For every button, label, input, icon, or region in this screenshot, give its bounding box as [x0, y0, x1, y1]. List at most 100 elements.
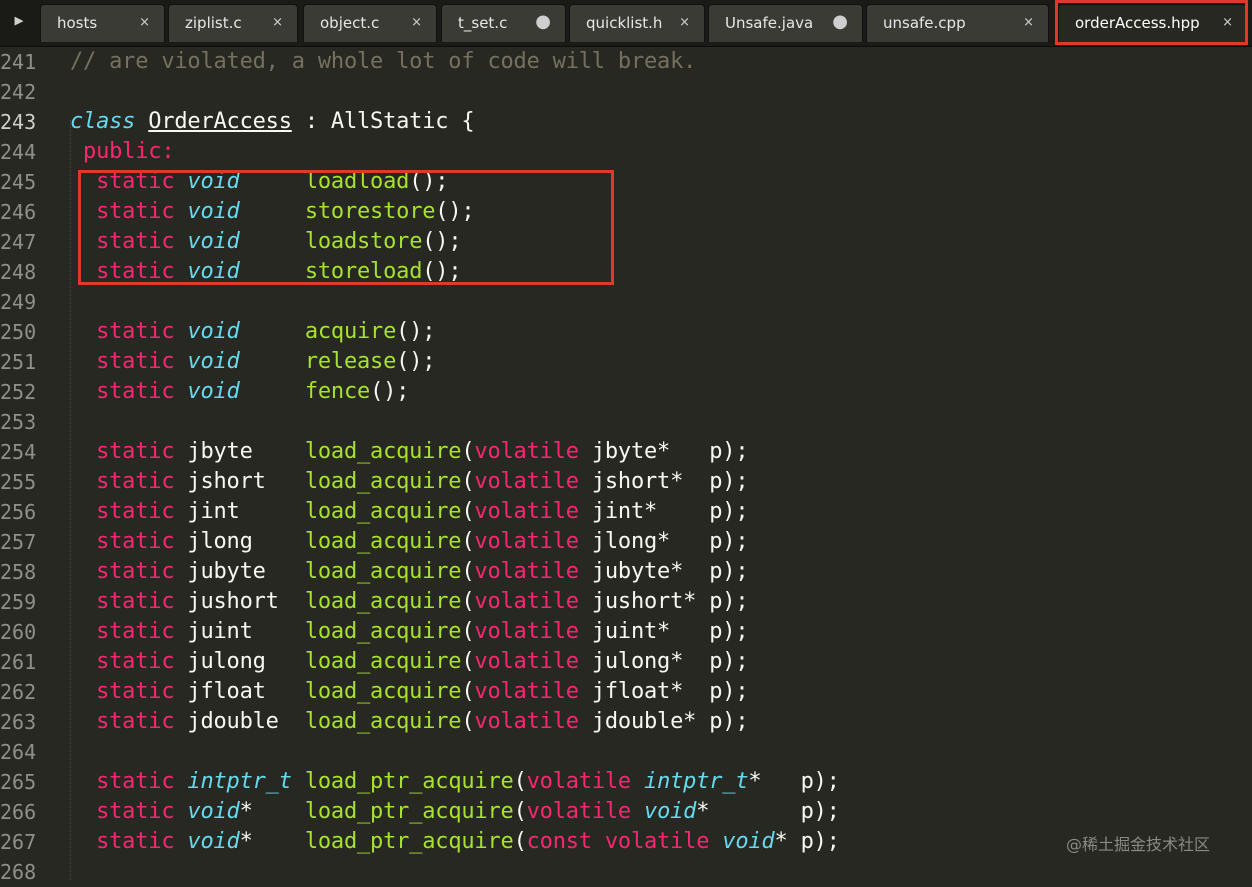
code-line: // are violated, a whole lot of code wil… [70, 47, 696, 77]
code-token-keyword: volatile [474, 529, 579, 554]
code-line: static void release(); [70, 347, 435, 377]
code-token-func: fence [304, 379, 371, 404]
code-token-keyword: public: [70, 139, 175, 164]
code-token-plain: ( [513, 769, 527, 794]
line-number: 250 [0, 320, 37, 344]
code-token-plain: * [239, 829, 305, 854]
code-line: static juint load_acquire(volatile juint… [70, 617, 748, 647]
code-token-keyword: volatile [526, 769, 632, 794]
code-line: public: [70, 137, 175, 167]
code-token-storage: void [187, 349, 240, 374]
code-line: static void acquire(); [70, 317, 435, 347]
code-token-plain: juint [187, 619, 305, 644]
code-line: static jdouble load_acquire(volatile jdo… [70, 707, 748, 737]
line-number: 256 [0, 500, 37, 524]
tab-title: hosts [57, 14, 98, 32]
tab-t-set-c[interactable]: t_set.c ● [441, 4, 566, 42]
code-token-storage: void [722, 829, 775, 854]
code-token-plain: jdouble* p); [578, 709, 749, 734]
code-token-storage: void [187, 799, 240, 824]
code-token-keyword: volatile [474, 679, 579, 704]
code-token-plain: jint [187, 499, 305, 524]
code-token-storage: void [187, 829, 240, 854]
close-icon[interactable]: × [679, 5, 690, 41]
tab-title: Unsafe.java [725, 14, 814, 32]
code-editor[interactable]: 241 242 243 244 245 246 247 248 249 250 251 252 253 2… [0, 46, 1252, 884]
code-token-keyword: volatile [474, 619, 579, 644]
code-token-plain: ( [513, 829, 527, 854]
tab-hosts[interactable]: hosts × [40, 4, 165, 42]
code-token-func: load_acquire [304, 679, 462, 704]
code-token-func: load_acquire [304, 439, 462, 464]
tab-unsafe-cpp[interactable]: unsafe.cpp × [866, 4, 1049, 42]
code-token-plain: ( [461, 619, 475, 644]
line-number: 264 [0, 740, 37, 764]
code-token-func: load_acquire [304, 709, 462, 734]
code-line: static void fence(); [70, 377, 409, 407]
code-token-keyword: static [70, 649, 188, 674]
tab-bar: ▶ hosts × ziplist.c × object.c × t_set.c ● quick… [0, 0, 1252, 47]
line-number: 266 [0, 800, 37, 824]
close-icon[interactable]: × [272, 5, 283, 41]
code-line: static jfloat load_acquire(volatile jflo… [70, 677, 748, 707]
tab-title: ziplist.c [185, 14, 242, 32]
line-number: 265 [0, 770, 37, 794]
play-icon[interactable]: ▶ [0, 0, 38, 40]
code-token-func: load_acquire [304, 469, 462, 494]
code-token-func: load_ptr_acquire [304, 829, 514, 854]
code-token-keyword: static [70, 379, 188, 404]
watermark: @稀土掘金技术社区 [1066, 835, 1211, 854]
barrier-methods-highlight-box [78, 170, 614, 285]
code-token-keyword: static [70, 679, 188, 704]
code-token-plain: * p); [748, 769, 840, 794]
code-token-func: load_ptr_acquire [304, 769, 514, 794]
code-token-plain: jshort [187, 469, 305, 494]
code-token-storage: void [187, 319, 240, 344]
close-icon[interactable]: × [1023, 5, 1034, 41]
code-token-keyword: static [70, 769, 188, 794]
unsaved-dot-icon[interactable]: ● [832, 4, 848, 40]
code-token-keyword: static [70, 829, 188, 854]
code-token-plain: jint* p); [578, 499, 749, 524]
line-number: 260 [0, 620, 37, 644]
code-token-func: load_acquire [304, 649, 462, 674]
tab-ziplist-c[interactable]: ziplist.c × [168, 4, 298, 42]
code-token-keyword: static [70, 529, 188, 554]
code-token-plain: (); [396, 349, 436, 374]
code-token-plain: julong* p); [578, 649, 749, 674]
code-line: static jshort load_acquire(volatile jsho… [70, 467, 748, 497]
code-token-keyword: volatile [474, 559, 579, 584]
tab-quicklist-h[interactable]: quicklist.h × [569, 4, 705, 42]
code-line: static jlong load_acquire(volatile jlong… [70, 527, 748, 557]
tab-title: unsafe.cpp [883, 14, 966, 32]
code-token-plain: jlong [187, 529, 305, 554]
code-token-plain: ( [461, 559, 475, 584]
code-token-keyword: static [70, 619, 188, 644]
tab-unsafe-java[interactable]: Unsafe.java ● [708, 4, 863, 42]
active-tab-highlight-box [1055, 0, 1248, 45]
code-token-plain: jdouble [187, 709, 305, 734]
code-token-plain: jbyte* p); [578, 439, 749, 464]
code-line: static void* load_ptr_acquire(volatile v… [70, 797, 840, 827]
code-token-plain: ( [461, 529, 475, 554]
code-token-class: OrderAccess [148, 109, 292, 134]
unsaved-dot-icon[interactable]: ● [535, 4, 551, 40]
line-number: 247 [0, 230, 37, 254]
line-number: 267 [0, 830, 37, 854]
code-line: static jint load_acquire(volatile jint* … [70, 497, 748, 527]
tab-title: t_set.c [458, 14, 508, 32]
code-token-keyword: static [70, 469, 188, 494]
code-token-plain: jlong* p); [578, 529, 749, 554]
line-number: 241 [0, 50, 37, 74]
line-number: 261 [0, 650, 37, 674]
close-icon[interactable]: × [139, 5, 150, 41]
code-token-func: acquire [304, 319, 397, 344]
code-token-plain: ( [513, 799, 527, 824]
code-token-storage: intptr_t [644, 769, 749, 794]
code-token-storage: intptr_t [187, 769, 292, 794]
code-token-func: load_acquire [304, 589, 462, 614]
tab-object-c[interactable]: object.c × [303, 4, 437, 42]
code-token-plain: jbyte [187, 439, 305, 464]
close-icon[interactable]: × [411, 5, 422, 41]
